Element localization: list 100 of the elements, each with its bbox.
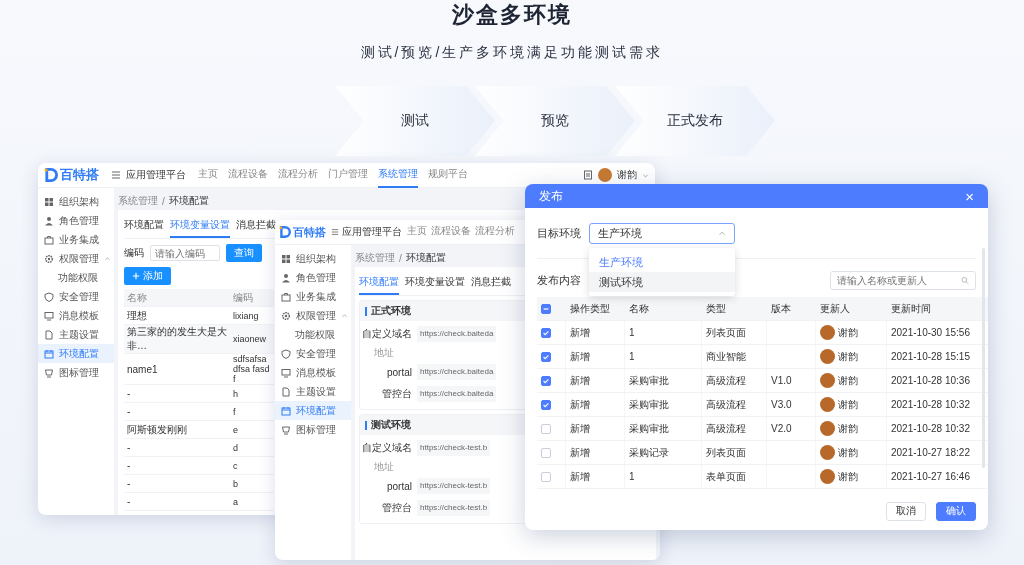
table-cell: 高级流程	[701, 392, 767, 417]
sidebar-item[interactable]: 消息模板	[275, 363, 351, 382]
nav-tab[interactable]: 流程分析	[475, 220, 515, 245]
caret-icon	[718, 229, 726, 237]
nav-tab[interactable]: 主页	[198, 163, 218, 188]
filter-label: 编码	[124, 246, 144, 260]
nav-tab[interactable]: 门户管理	[328, 163, 368, 188]
nav-tab[interactable]: 流程分析	[278, 163, 318, 188]
dropdown-option[interactable]: 测试环境	[589, 272, 735, 292]
tab[interactable]: 环境配置	[124, 214, 164, 238]
sidebar-item[interactable]: 组织架构	[275, 249, 351, 268]
table-cell: -	[124, 438, 230, 457]
row-checkbox[interactable]	[541, 327, 551, 338]
select-all-checkbox[interactable]	[541, 303, 551, 314]
sidebar-item[interactable]: 消息模板	[38, 306, 114, 325]
tab[interactable]: 消息拦截	[236, 214, 276, 238]
row-checkbox[interactable]	[541, 423, 551, 434]
table-cell: 新增	[565, 368, 625, 393]
menu-icon	[111, 170, 121, 180]
row-checkbox[interactable]	[541, 447, 551, 458]
url-field[interactable]: https://check-test.b	[417, 440, 491, 456]
sidebar-item[interactable]: 组织架构	[38, 192, 114, 211]
logo-text: 百特搭	[293, 224, 326, 240]
url-field[interactable]: https://check-test.b	[417, 478, 491, 494]
caret-icon	[341, 312, 348, 319]
environment-select[interactable]: 生产环境	[589, 222, 735, 244]
code-input[interactable]: 请输入编码	[150, 245, 220, 261]
table-cell: e	[230, 420, 274, 439]
user-name: 谢韵	[838, 325, 858, 340]
url-field[interactable]: https://check.baiteda	[417, 326, 497, 342]
column-header: 类型	[701, 297, 767, 321]
sidebar-item[interactable]: 安全管理	[275, 344, 351, 363]
avatar[interactable]	[598, 168, 612, 182]
avatar	[820, 373, 835, 388]
field-label: 目标环境	[537, 225, 581, 241]
sidebar-item[interactable]: 权限管理	[38, 249, 114, 268]
field-label: 自定义域名	[361, 327, 412, 341]
table-cell: 高级流程	[701, 416, 767, 441]
row-checkbox[interactable]	[541, 399, 551, 410]
table-cell: 新增	[565, 344, 625, 369]
table-cell: 1	[624, 320, 702, 345]
row-checkbox[interactable]	[541, 351, 551, 362]
sidebar-item[interactable]: 角色管理	[275, 268, 351, 287]
sidebar-item[interactable]: 主题设置	[38, 325, 114, 344]
avatar	[820, 397, 835, 412]
tab[interactable]: 环境配置	[359, 271, 399, 295]
step-chevron: 预览	[475, 86, 635, 156]
sidebar-item[interactable]: 功能权限	[38, 268, 114, 287]
url-field[interactable]: https://check.baiteda	[417, 364, 497, 380]
person-icon	[281, 272, 291, 283]
person-icon	[44, 215, 54, 226]
logo-icon	[44, 168, 58, 182]
sidebar-item[interactable]: 环境配置	[38, 344, 114, 363]
page-title: 沙盒多环境	[452, 1, 572, 29]
nav-tab[interactable]: 规则平台	[428, 163, 468, 188]
dropdown-option[interactable]: 生产环境	[589, 252, 735, 272]
cancel-button[interactable]: 取消	[886, 501, 926, 521]
platform-name: 应用管理平台	[342, 225, 402, 239]
row-checkbox[interactable]	[541, 471, 551, 482]
section-accent-bar	[365, 306, 367, 316]
nav-tab[interactable]: 主页	[407, 220, 427, 245]
table-cell: 采购记录	[624, 440, 702, 465]
field-label: 管控台	[381, 501, 412, 515]
sidebar-item[interactable]: 环境配置	[275, 401, 351, 420]
url-field[interactable]: https://check-test.b	[417, 500, 491, 516]
url-field[interactable]: https://check.baiteda	[417, 386, 497, 402]
table-cell: V3.0	[766, 392, 816, 417]
row-checkbox[interactable]	[541, 375, 551, 386]
user-name[interactable]: 谢韵	[617, 168, 637, 182]
step-chevron: 测试	[335, 86, 495, 156]
tab[interactable]: 消息拦截	[471, 271, 511, 295]
nav-tab[interactable]: 流程设备	[431, 220, 471, 245]
sidebar-item[interactable]: 权限管理	[275, 306, 351, 325]
field-label: 自定义域名	[361, 441, 412, 455]
sidebar-item[interactable]: 图标管理	[38, 363, 114, 382]
gear-icon	[44, 253, 54, 264]
table-cell: xiaonew	[230, 324, 274, 354]
confirm-button[interactable]: 确认	[936, 501, 976, 521]
tab[interactable]: 环境变量设置	[405, 271, 465, 295]
breadcrumb-item: 环境配置	[168, 194, 209, 208]
sidebar-item[interactable]: 业务集成	[38, 230, 114, 249]
table-cell: 新增	[565, 392, 625, 417]
tab[interactable]: 环境变量设置	[170, 214, 230, 238]
column-header: 名称	[124, 289, 230, 307]
table-cell: 新增	[565, 464, 625, 489]
sidebar-item[interactable]: 业务集成	[275, 287, 351, 306]
page-subtitle: 测试/预览/生产多环境满足功能测试需求	[360, 44, 664, 62]
close-button[interactable]: ×	[965, 188, 974, 204]
user-name: 谢韵	[838, 469, 858, 484]
sidebar-item[interactable]: 功能权限	[275, 325, 351, 344]
column-header: 版本	[766, 297, 816, 321]
nav-tab[interactable]: 流程设备	[228, 163, 268, 188]
sidebar-item[interactable]: 主题设置	[275, 382, 351, 401]
sidebar-item[interactable]: 图标管理	[275, 420, 351, 439]
check-icon	[542, 352, 550, 361]
search-field[interactable]: 请输入名称或更新人	[830, 270, 976, 290]
caret-icon	[104, 255, 111, 262]
monitor-icon	[44, 310, 54, 321]
sidebar-item[interactable]: 安全管理	[38, 287, 114, 306]
sidebar-item[interactable]: 角色管理	[38, 211, 114, 230]
